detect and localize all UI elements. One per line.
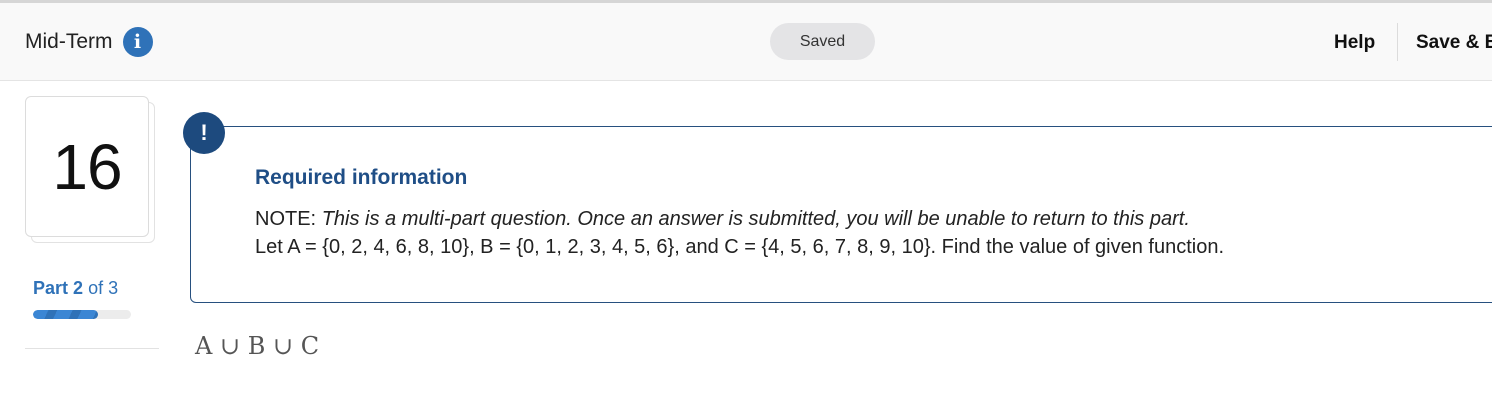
part-progress-bar (33, 310, 131, 319)
assignment-title: Mid-Term (25, 30, 113, 53)
part-indicator: Part 2 of 3 (33, 278, 118, 299)
question-number: 16 (52, 130, 122, 203)
set-expression: A ∪ B ∪ C (195, 332, 320, 360)
note-line: NOTE: This is a multi-part question. Onc… (255, 208, 1190, 231)
top-bar: Mid-Term i Saved Help Save & E (0, 0, 1492, 81)
save-exit-button[interactable]: Save & E (1416, 32, 1492, 54)
required-info-title: Required information (255, 166, 468, 189)
alert-icon: ! (183, 112, 225, 154)
note-text: This is a multi-part question. Once an a… (321, 208, 1190, 230)
question-number-card[interactable]: 16 (25, 96, 149, 237)
saved-status-badge: Saved (770, 23, 875, 60)
header-divider (1397, 23, 1398, 61)
part-current: 2 (73, 278, 84, 298)
assignment-title-group: Mid-Term i (25, 27, 153, 57)
help-button[interactable]: Help (1334, 32, 1375, 54)
part-label: Part (33, 278, 69, 298)
problem-statement: Let A = {0, 2, 4, 6, 8, 10}, B = {0, 1, … (255, 236, 1225, 258)
info-icon[interactable]: i (122, 27, 153, 57)
part-progress-fill (33, 310, 99, 319)
part-of: of 3 (88, 278, 119, 298)
left-divider (25, 348, 159, 349)
note-prefix: NOTE: (255, 208, 317, 230)
